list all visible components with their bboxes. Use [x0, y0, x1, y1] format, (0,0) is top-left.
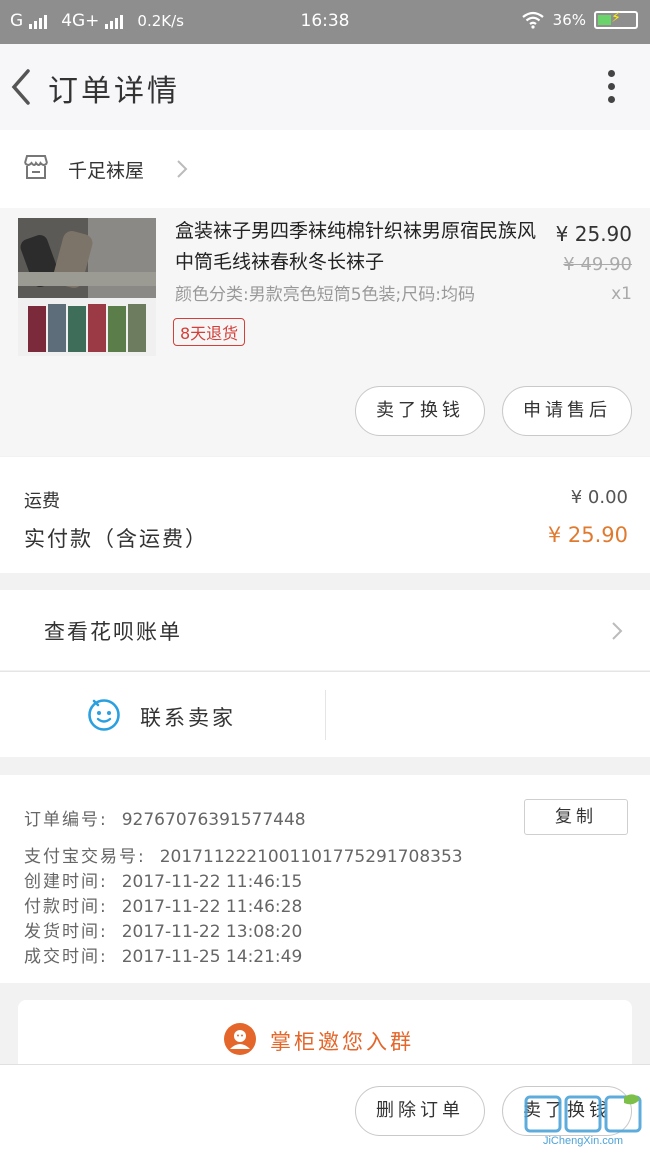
- copy-button[interactable]: 复制: [524, 799, 628, 835]
- watermark-site: JiChengXin.com: [542, 1135, 624, 1147]
- product-quantity: x1: [611, 284, 632, 304]
- order-info-section: 订单编号: 92767076391577448 复制 支付宝交易号: 2017112…: [0, 775, 650, 983]
- product-sku: 颜色分类:男款亮色短筒5色装;尺码:均码: [175, 285, 475, 305]
- store-icon: [24, 155, 48, 179]
- created-time-row: 创建时间: 2017-11-22 11:46:15: [24, 872, 303, 892]
- delete-order-button[interactable]: 删除订单: [355, 1086, 485, 1136]
- battery-percent: 36%: [552, 11, 586, 29]
- alipay-trade-row: 支付宝交易号: 2017112221001101775291708353: [24, 847, 463, 867]
- wifi-icon: [521, 11, 544, 29]
- closed-time-row: 成交时间: 2017-11-25 14:21:49: [24, 947, 303, 967]
- status-bar: G 4G+ 0.2K/s 16:38 36% ⚡: [0, 0, 650, 44]
- contact-seller-label[interactable]: 联系卖家: [140, 702, 236, 732]
- status-right: 36% ⚡: [521, 10, 638, 29]
- order-number: 92767076391577448: [121, 810, 306, 830]
- shipping-label: 运费: [24, 491, 60, 512]
- huabei-bill-row[interactable]: 查看花呗账单: [0, 590, 650, 670]
- chevron-right-icon: [177, 160, 188, 178]
- chat-face-icon[interactable]: [86, 696, 122, 732]
- paid-time-row: 付款时间: 2017-11-22 11:46:28: [24, 897, 303, 917]
- product-image[interactable]: [18, 218, 156, 356]
- battery-icon: ⚡: [594, 10, 638, 29]
- nav-bar: 订单详情: [0, 44, 650, 130]
- shipping-value: ¥ 0.00: [570, 487, 628, 508]
- product-price: ¥ 25.90: [555, 222, 632, 246]
- return-badge: 8天退货: [173, 318, 246, 346]
- product-title[interactable]: 盒装袜子男四季袜纯棉针织袜男原宿民族风中筒毛线袜春秋冬长袜子: [175, 216, 550, 278]
- contact-seller-row: 联系卖家: [0, 671, 650, 757]
- paid-label: 实付款（含运费）: [24, 527, 208, 551]
- shipped-time-row: 发货时间: 2017-11-22 13:08:20: [24, 922, 303, 942]
- bottom-action-bar: 删除订单 卖了换钱 JiChengXin.com: [0, 1064, 650, 1155]
- paid-value: ¥ 25.90: [547, 523, 628, 547]
- shop-header[interactable]: 千足袜屋: [0, 130, 650, 208]
- watermark-logo: JiChengXin.com: [522, 1093, 644, 1149]
- join-group-label[interactable]: 掌柜邀您入群: [270, 1026, 414, 1056]
- order-number-row: 订单编号: 92767076391577448: [24, 810, 306, 830]
- shop-name[interactable]: 千足袜屋: [68, 156, 144, 183]
- apply-aftersale-button[interactable]: 申请售后: [502, 386, 632, 436]
- page-title: 订单详情: [48, 74, 180, 109]
- sell-for-cash-button[interactable]: 卖了换钱: [355, 386, 485, 436]
- chevron-right-icon: [612, 622, 623, 640]
- huabei-label[interactable]: 查看花呗账单: [44, 616, 182, 646]
- back-chevron-icon[interactable]: [8, 67, 38, 107]
- original-price: ¥ 49.90: [563, 254, 632, 275]
- shopkeeper-icon: [224, 1023, 256, 1055]
- divider: [325, 690, 326, 740]
- fees-section: 运费 ¥ 0.00 实付款（含运费） ¥ 25.90: [0, 457, 650, 573]
- product-card[interactable]: 盒装袜子男四季袜纯棉针织袜男原宿民族风中筒毛线袜春秋冬长袜子 颜色分类:男款亮色…: [0, 208, 650, 456]
- more-vertical-icon[interactable]: [606, 70, 616, 106]
